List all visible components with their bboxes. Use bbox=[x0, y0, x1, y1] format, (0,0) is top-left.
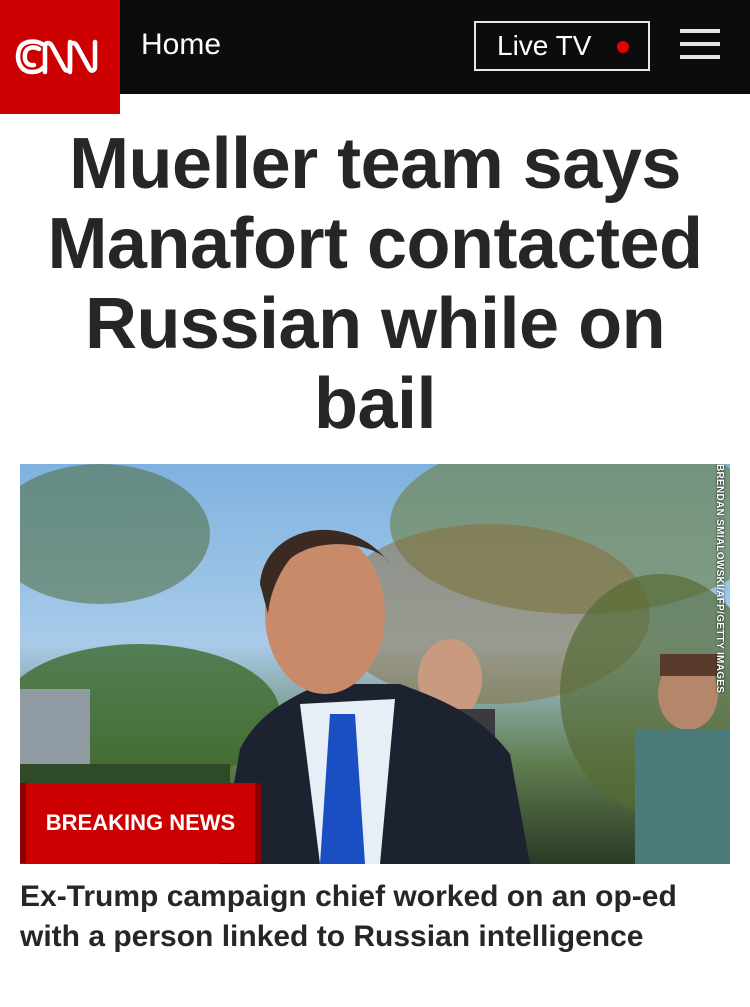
hamburger-menu-icon[interactable] bbox=[680, 29, 720, 59]
live-indicator-dot-icon bbox=[617, 41, 629, 53]
photo-credit: BRENDAN SMIALOWSKI/AFP/GETTY IMAGES bbox=[714, 464, 725, 694]
live-tv-label: Live TV bbox=[497, 30, 592, 61]
menu-line bbox=[680, 42, 720, 46]
home-link[interactable]: Home bbox=[141, 25, 221, 65]
menu-line bbox=[680, 55, 720, 59]
cnn-logo-icon bbox=[15, 39, 98, 75]
article-subheadline[interactable]: Ex-Trump campaign chief worked on an op-… bbox=[20, 877, 720, 957]
cnn-logo[interactable] bbox=[0, 0, 120, 114]
live-tv-button[interactable]: Live TV bbox=[474, 21, 650, 71]
menu-line bbox=[680, 29, 720, 33]
top-nav-bar: Home Live TV bbox=[0, 0, 750, 114]
breaking-news-badge: BREAKING NEWS bbox=[20, 783, 261, 863]
article-headline[interactable]: Mueller team says Manafort contacted Rus… bbox=[20, 124, 730, 444]
